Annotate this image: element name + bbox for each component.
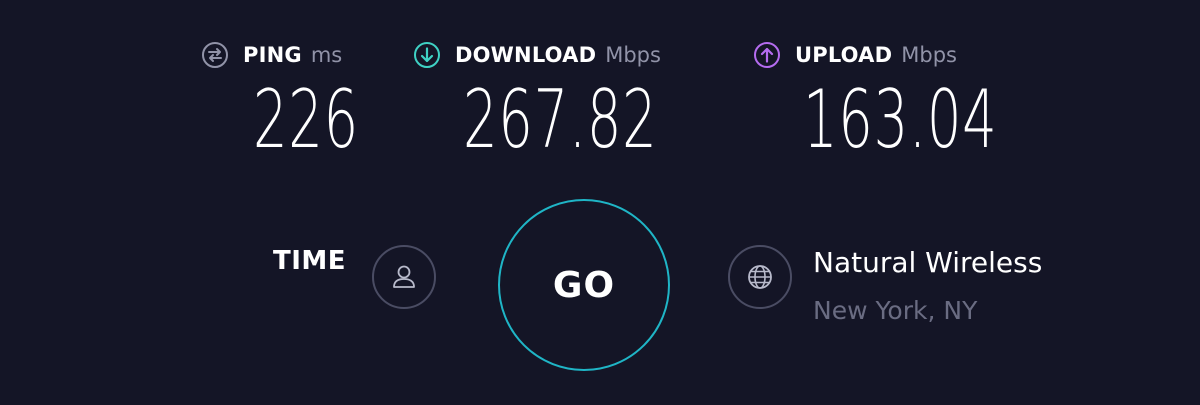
- download-unit: Mbps: [605, 43, 661, 67]
- ping-value: 226: [253, 73, 359, 166]
- ping-header: PING ms: [201, 40, 342, 70]
- download-header: DOWNLOAD Mbps: [413, 40, 661, 70]
- user-account-button[interactable]: [372, 245, 436, 309]
- ping-icon: [201, 41, 229, 69]
- upload-value: 163.04: [803, 73, 998, 166]
- isp-name[interactable]: Natural Wireless: [813, 246, 1042, 279]
- download-label: DOWNLOAD: [455, 43, 597, 67]
- upload-metric: UPLOAD Mbps 163.04: [753, 40, 997, 160]
- ping-metric: PING ms 226: [201, 40, 358, 160]
- change-server-button[interactable]: [728, 245, 792, 309]
- download-value: 267.82: [463, 73, 658, 166]
- time-label: TIME: [273, 246, 347, 276]
- go-button-label: GO: [552, 264, 616, 306]
- download-arrow-icon: [413, 41, 441, 69]
- go-button[interactable]: GO: [498, 199, 670, 371]
- ping-label: PING: [243, 43, 302, 67]
- upload-header: UPLOAD Mbps: [753, 40, 957, 70]
- globe-icon: [744, 261, 776, 293]
- isp-location: New York, NY: [813, 296, 978, 325]
- user-icon: [388, 261, 420, 293]
- upload-label: UPLOAD: [795, 43, 893, 67]
- ping-unit: ms: [310, 43, 343, 67]
- upload-arrow-icon: [753, 41, 781, 69]
- download-metric: DOWNLOAD Mbps 267.82: [413, 40, 661, 160]
- upload-unit: Mbps: [901, 43, 957, 67]
